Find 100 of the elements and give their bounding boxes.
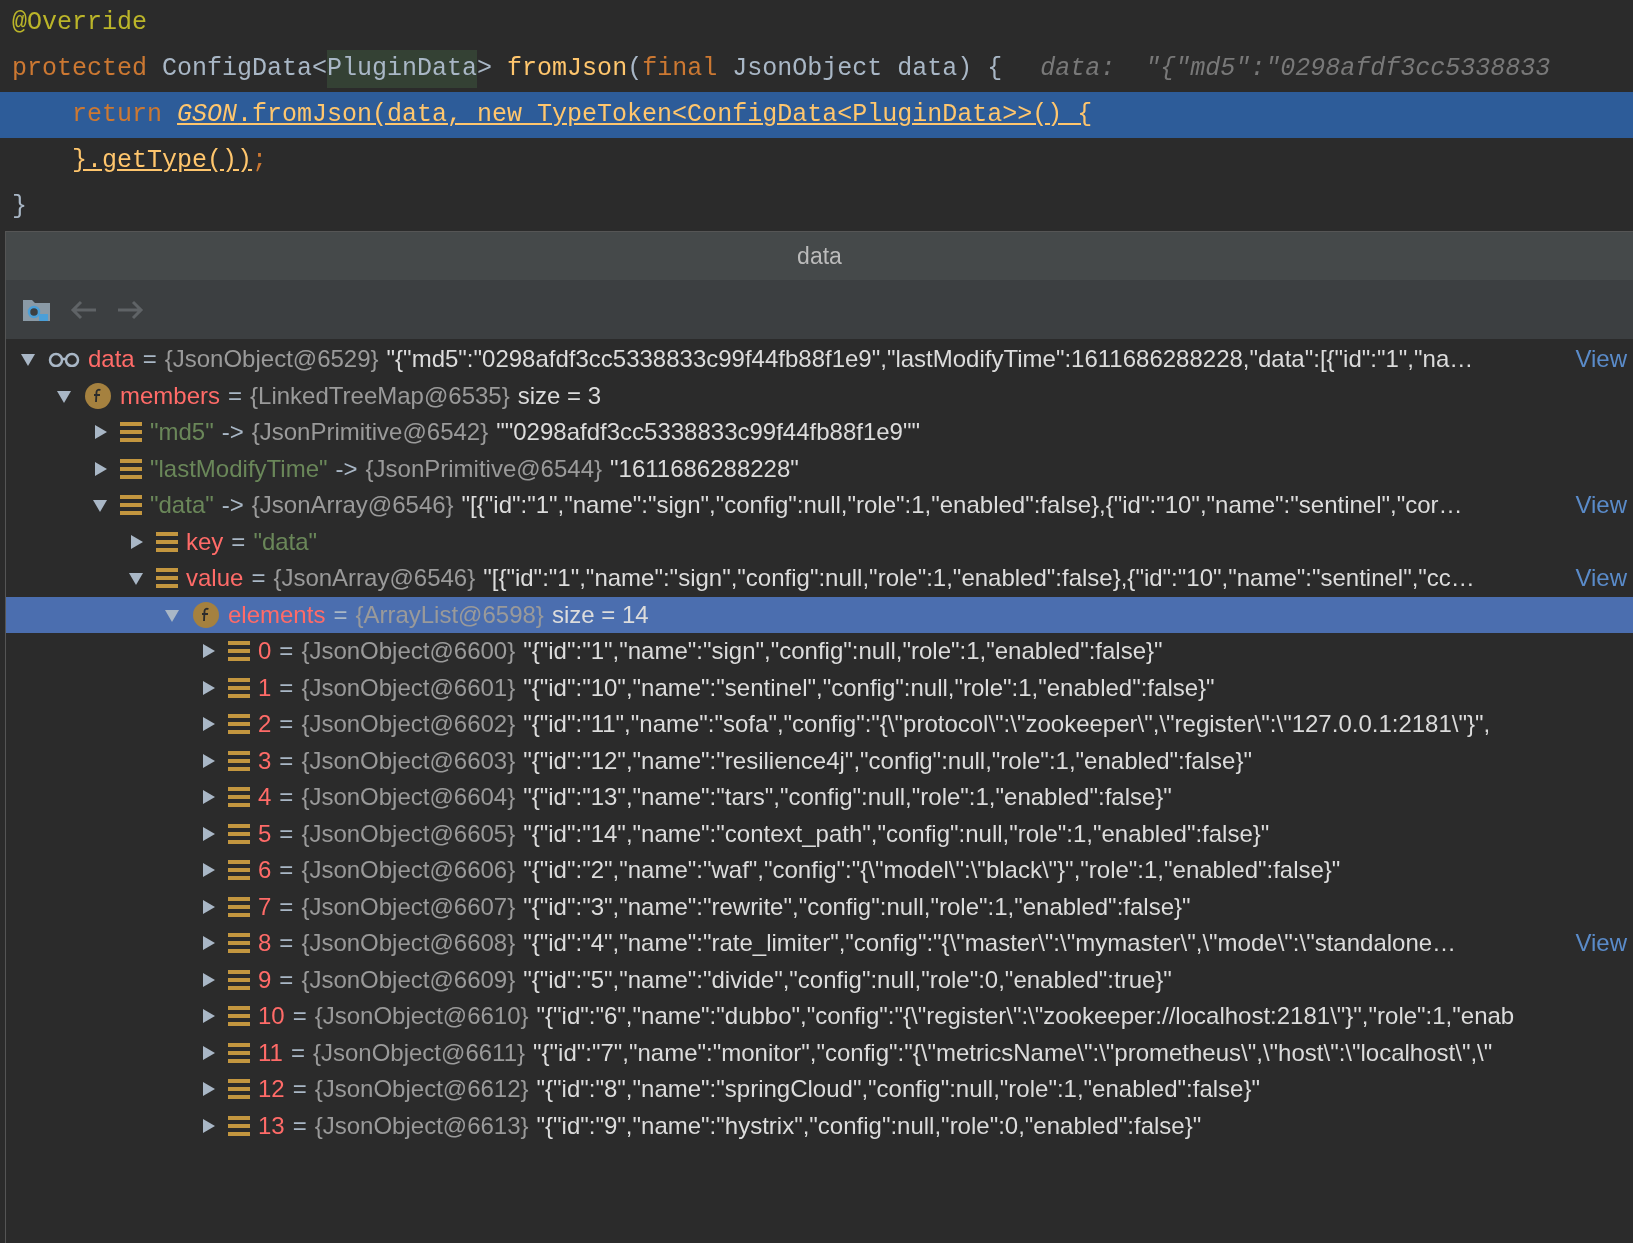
- expand-arrow-icon[interactable]: [200, 825, 216, 842]
- tree-row[interactable]: 11 = {JsonObject@6611} "{"id":"7","name":"monitor","config":"{\"metricsName\":\"prometheus\",\"host\":\"localhost\",\": [6, 1034, 1633, 1071]
- tree-row[interactable]: elements = {ArrayList@6598} size = 14: [6, 596, 1633, 633]
- operator: =: [251, 563, 266, 594]
- tree-row[interactable]: 10 = {JsonObject@6610} "{"id":"6","name":"dubbo","config":"{\"register\":\"zookeeper://localhost:2181\"}","role":1,"enab: [6, 998, 1633, 1035]
- tree-row[interactable]: value = {JsonArray@6546} "[{"id":"1","name":"sign","config":null,"role":1,"enabled":false},{"id":"10","name":"sentinel","cc… View: [6, 560, 1633, 597]
- operator: =: [279, 928, 294, 959]
- tree-row[interactable]: 4 = {JsonObject@6604} "{"id":"13","name":"tars","config":null,"role":1,"enabled":false}": [6, 779, 1633, 816]
- bars-icon: [120, 422, 142, 443]
- expand-arrow-icon[interactable]: [200, 643, 216, 660]
- type-label: {JsonObject@6600}: [301, 636, 516, 667]
- tree-row[interactable]: 13 = {JsonObject@6613} "{"id":"9","name":"hystrix","config":null,"role":0,"enabled":false}": [6, 1107, 1633, 1144]
- operator: =: [279, 818, 294, 849]
- type-label: {JsonObject@6608}: [301, 928, 516, 959]
- variable-name: "data": [150, 490, 214, 521]
- operator: =: [279, 782, 294, 813]
- variable-name: 10: [258, 1001, 285, 1032]
- type-label: {JsonObject@6602}: [301, 709, 516, 740]
- operator: =: [142, 344, 157, 375]
- expand-arrow-icon[interactable]: [200, 679, 216, 696]
- tree-row[interactable]: 1 = {JsonObject@6601} "{"id":"10","name":"sentinel","config":null,"role":1,"enabled":false}": [6, 669, 1633, 706]
- variable-name: members: [120, 380, 221, 411]
- collapse-arrow-icon[interactable]: [92, 497, 108, 514]
- type-label: {JsonPrimitive@6544}: [365, 453, 602, 484]
- operator: =: [279, 855, 294, 886]
- bars-icon: [228, 1042, 250, 1063]
- value-text: "{"id":"9","name":"hystrix","config":null,"role":0,"enabled":false}": [536, 1110, 1202, 1141]
- type-label: {JsonObject@6613}: [314, 1110, 529, 1141]
- variable-name: elements: [228, 599, 326, 630]
- value-text: "[{"id":"1","name":"sign","config":null,"role":1,"enabled":false},{"id":"10","name":"sentinel","cc…: [483, 563, 1475, 594]
- expand-arrow-icon[interactable]: [200, 752, 216, 769]
- bars-icon: [228, 750, 250, 771]
- collapse-arrow-icon[interactable]: [128, 570, 144, 587]
- operator: =: [279, 636, 294, 667]
- tree-row[interactable]: key = "data": [6, 523, 1633, 560]
- operator: =: [279, 709, 294, 740]
- operator: =: [292, 1110, 307, 1141]
- glasses-icon: [48, 351, 80, 368]
- tree-row[interactable]: 3 = {JsonObject@6603} "{"id":"12","name":"resilience4j","config":null,"role":1,"enabled":false}": [6, 742, 1633, 779]
- value-text: "{"id":"12","name":"resilience4j","config":null,"role":1,"enabled":false}": [523, 745, 1252, 776]
- value-text: size = 14: [551, 599, 649, 630]
- operator: =: [279, 672, 294, 703]
- expand-arrow-icon[interactable]: [200, 971, 216, 988]
- value-text: "{"id":"7","name":"monitor","config":"{\"metricsName\":\"prometheus\",\"host\":\"localhost\",\": [533, 1037, 1493, 1068]
- bars-icon: [156, 568, 178, 589]
- expand-arrow-icon[interactable]: [200, 862, 216, 879]
- expand-arrow-icon[interactable]: [92, 460, 108, 477]
- expand-arrow-icon[interactable]: [200, 898, 216, 915]
- value-text: "1611686288228": [610, 453, 799, 484]
- expand-arrow-icon[interactable]: [92, 424, 108, 441]
- tree-row[interactable]: data = {JsonObject@6529} "{"md5":"0298afdf3cc5338833c99f44fb88f1e9","lastModifyTime":1611686288228,"data":[{"id":"1","na… View: [6, 341, 1633, 378]
- operator: =: [231, 526, 246, 557]
- variable-name: 12: [258, 1074, 285, 1105]
- tree-row[interactable]: 9 = {JsonObject@6609} "{"id":"5","name":"divide","config":null,"role":0,"enabled":true}": [6, 961, 1633, 998]
- tree-row[interactable]: 7 = {JsonObject@6607} "{"id":"3","name":"rewrite","config":null,"role":1,"enabled":false}": [6, 888, 1633, 925]
- variable-name: 5: [258, 818, 272, 849]
- bars-icon: [228, 969, 250, 990]
- expand-arrow-icon[interactable]: [128, 533, 144, 550]
- bars-icon: [228, 860, 250, 881]
- tree-row[interactable]: "lastModifyTime" -> {JsonPrimitive@6544} "1611686288228": [6, 450, 1633, 487]
- variable-name: value: [186, 563, 244, 594]
- tree-row[interactable]: 8 = {JsonObject@6608} "{"id":"4","name":"rate_limiter","config":"{\"master\":\"mymaster\",\"mode\":\"standalone… View: [6, 925, 1633, 962]
- expand-arrow-icon[interactable]: [200, 935, 216, 952]
- code-line: @Override: [11, 7, 149, 40]
- tree-row[interactable]: members = {LinkedTreeMap@6535} size = 3: [6, 377, 1633, 414]
- expand-arrow-icon[interactable]: [200, 1008, 216, 1025]
- expand-arrow-icon[interactable]: [200, 1044, 216, 1061]
- code-line: protected ConfigData<PluginData> fromJson(final JsonObject data) { data: "{"md5":"0298afdf3cc5338833: [0, 46, 1633, 92]
- type-label: {JsonObject@6611}: [312, 1037, 525, 1068]
- type-label: {JsonObject@6612}: [314, 1074, 529, 1105]
- operator: =: [292, 1001, 307, 1032]
- view-link[interactable]: View: [1569, 341, 1633, 378]
- tree-row[interactable]: 2 = {JsonObject@6602} "{"id":"11","name":"sofa","config":"{\"protocol\":\"zookeeper\",\"register\":\"127.0.0.1:2181\"}",: [6, 706, 1633, 743]
- operator: =: [290, 1037, 305, 1068]
- view-link[interactable]: View: [1569, 487, 1633, 524]
- expand-arrow-icon[interactable]: [200, 716, 216, 733]
- code-line: }.getType());: [71, 145, 269, 178]
- tree-row[interactable]: 5 = {JsonObject@6605} "{"id":"14","name":"context_path","config":null,"role":1,"enabled":false}": [6, 815, 1633, 852]
- value-text: "[{"id":"1","name":"sign","config":null,"role":1,"enabled":false},{"id":"10","name":"sentinel","cor…: [461, 490, 1463, 521]
- bars-icon: [228, 787, 250, 808]
- variable-name: "md5": [150, 417, 214, 448]
- tree-row[interactable]: 12 = {JsonObject@6612} "{"id":"8","name":"springCloud","config":null,"role":1,"enabled":false}": [6, 1071, 1633, 1108]
- bars-icon: [228, 1115, 250, 1136]
- view-link[interactable]: View: [1569, 560, 1633, 597]
- variable-name: 8: [258, 928, 272, 959]
- operator: =: [292, 1074, 307, 1105]
- tree-row[interactable]: 6 = {JsonObject@6606} "{"id":"2","name":"waf","config":"{\"model\":\"black\"}","role":1,"enabled":false}": [6, 852, 1633, 889]
- tree-row[interactable]: 0 = {JsonObject@6600} "{"id":"1","name":"sign","config":null,"role":1,"enabled":false}": [6, 633, 1633, 670]
- expand-arrow-icon[interactable]: [200, 1117, 216, 1134]
- expand-arrow-icon[interactable]: [200, 789, 216, 806]
- field-icon: [84, 381, 112, 410]
- collapse-arrow-icon[interactable]: [20, 351, 36, 368]
- operator: ->: [335, 453, 358, 484]
- tree-row[interactable]: "data" -> {JsonArray@6546} "[{"id":"1","name":"sign","config":null,"role":1,"enabled":false},{"id":"10","name":"sentinel","cor… View: [6, 487, 1633, 524]
- type-label: {JsonObject@6604}: [301, 782, 516, 813]
- tree-row[interactable]: "md5" -> {JsonPrimitive@6542} ""0298afdf3cc5338833c99f44fb88f1e9"": [6, 414, 1633, 451]
- view-link[interactable]: View: [1569, 925, 1633, 962]
- bars-icon: [228, 1079, 250, 1100]
- expand-arrow-icon[interactable]: [200, 1081, 216, 1098]
- value-text: "{"id":"2","name":"waf","config":"{\"model\":\"black\"}","role":1,"enabled":false}": [523, 855, 1341, 886]
